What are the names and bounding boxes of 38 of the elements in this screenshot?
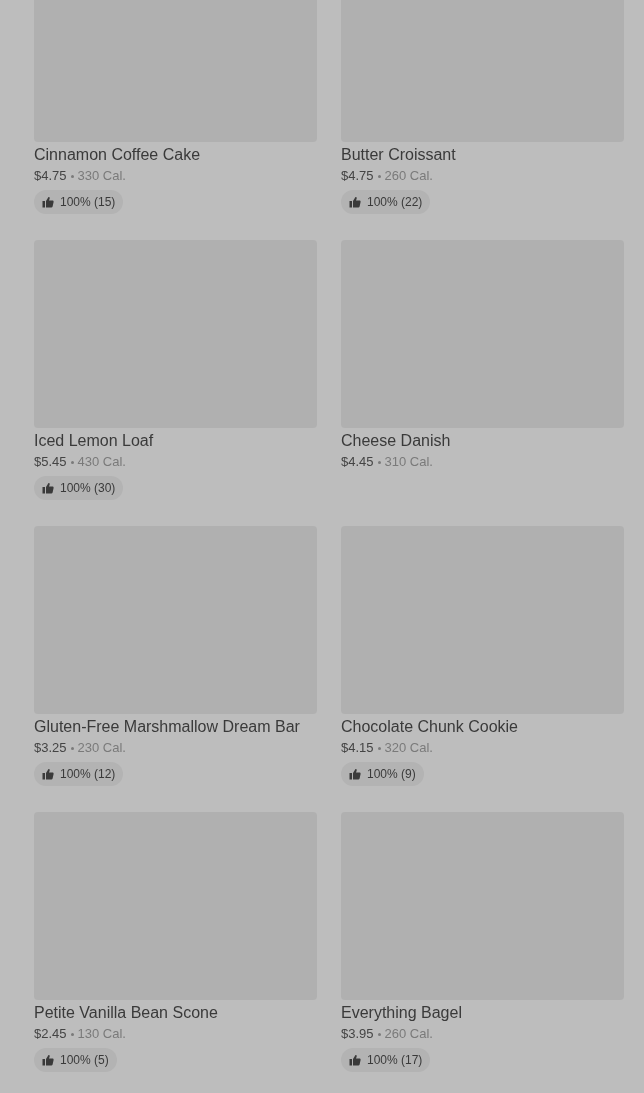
item-name: Everything Bagel xyxy=(341,1003,463,1023)
thumbs-up-icon xyxy=(349,196,361,208)
thumbs-up-icon xyxy=(349,1054,361,1066)
item-name: Iced Lemon Loaf xyxy=(34,431,155,451)
price-calories: $4.15 320 Cal. xyxy=(341,739,434,757)
separator-dot xyxy=(377,1033,381,1037)
separator-dot xyxy=(70,1033,74,1037)
price-calories: $3.25 230 Cal. xyxy=(34,739,127,757)
item-name: Butter Croissant xyxy=(341,145,457,165)
item-name: Petite Vanilla Bean Scone xyxy=(34,1003,219,1023)
separator-dot xyxy=(377,747,381,751)
thumbs-up-icon xyxy=(42,768,54,780)
rating-badge: 100% (17) xyxy=(341,1048,431,1072)
item-name: Cinnamon Coffee Cake xyxy=(34,145,202,165)
separator-dot xyxy=(377,175,381,179)
rating-badge: 100% (12) xyxy=(34,762,124,786)
price-calories: $5.45 430 Cal. xyxy=(34,453,127,471)
rating-badge: 100% (5) xyxy=(34,1048,117,1072)
thumbs-up-icon xyxy=(42,482,54,494)
separator-dot xyxy=(70,461,74,465)
rating-badge: 100% (9) xyxy=(341,762,424,786)
separator-dot xyxy=(70,175,74,179)
price-calories: $4.75 260 Cal. xyxy=(341,167,434,185)
thumbs-up-icon xyxy=(349,768,361,780)
thumbs-up-icon xyxy=(42,196,54,208)
separator-dot xyxy=(70,747,74,751)
separator-dot xyxy=(377,461,381,465)
item-name: Chocolate Chunk Cookie xyxy=(341,717,519,737)
price-calories: $3.95 260 Cal. xyxy=(341,1025,434,1043)
rating-badge: 100% (15) xyxy=(34,190,124,214)
price-calories: $2.45 130 Cal. xyxy=(34,1025,127,1043)
rating-badge: 100% (30) xyxy=(34,476,124,500)
thumbs-up-icon xyxy=(42,1054,54,1066)
rating-badge: 100% (22) xyxy=(341,190,431,214)
price-calories: $4.45 310 Cal. xyxy=(341,453,434,471)
item-name: Gluten-Free Marshmallow Dream Bar xyxy=(34,717,301,737)
item-name: Cheese Danish xyxy=(341,431,452,451)
price-calories: $4.75 330 Cal. xyxy=(34,167,127,185)
